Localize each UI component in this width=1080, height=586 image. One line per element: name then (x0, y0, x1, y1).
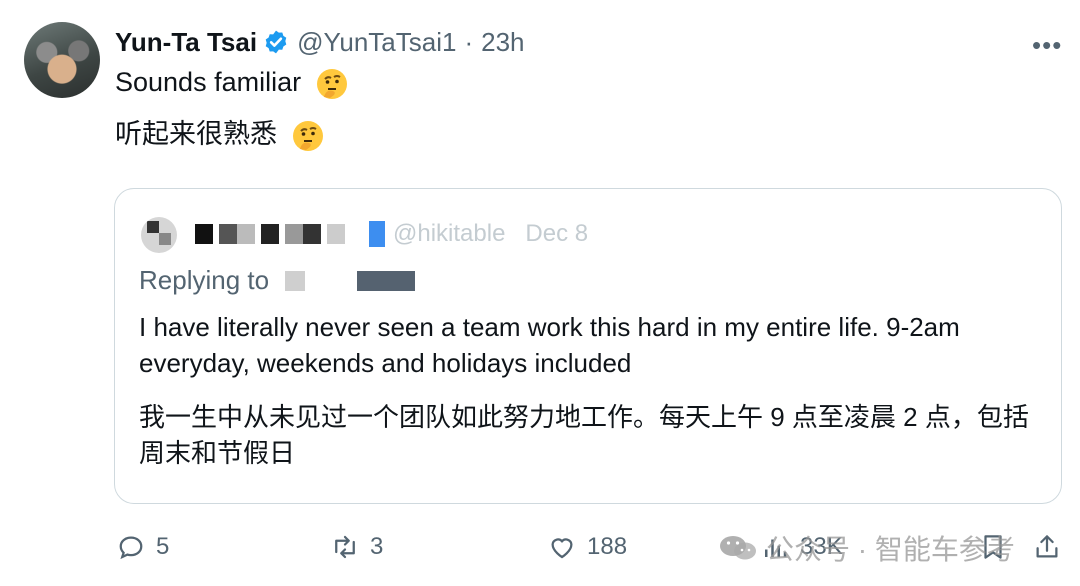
separator-dot: · (464, 26, 474, 57)
tweet-text-cn: 听起来很熟悉 (115, 114, 325, 154)
retweet-button[interactable]: 3 (330, 532, 383, 562)
like-count: 188 (587, 533, 628, 560)
thinking-face-icon (316, 68, 347, 99)
tweet-text-en: Sounds familiar (115, 62, 349, 102)
watermark-text: 公众号 · 智能车参考 (766, 534, 1015, 565)
share-icon (1036, 535, 1058, 558)
wechat-logo-icon (720, 536, 756, 560)
retweet-count: 3 (370, 533, 384, 560)
reply-button[interactable]: 5 (116, 532, 169, 562)
author-avatar[interactable] (24, 22, 100, 98)
replying-to: Replying to (139, 265, 416, 296)
retweet-icon (335, 535, 355, 559)
author-handle[interactable]: @YunTaTsai1 (297, 27, 456, 58)
tweet-text-en-label: Sounds familiar (115, 67, 302, 97)
redacted-mention-block (285, 270, 306, 291)
watermark: 公众号 · 智能车参考 (718, 528, 1015, 568)
redacted-badge-block (369, 221, 385, 247)
quoted-header: @hikitable Dec 8 (195, 219, 588, 249)
quoted-text-cn: 我一生中从未见过一个团队如此努力地工作。每天上午 9 点至凌晨 2 点，包括周末… (139, 402, 1029, 468)
replying-to-label: Replying to (139, 265, 270, 295)
heart-icon (551, 538, 573, 559)
action-bar: 5 3 188 33K 公众号 · 智能车参考 (0, 524, 1080, 574)
quoted-handle[interactable]: @hikitable (393, 220, 505, 248)
like-button[interactable]: 188 (547, 532, 627, 562)
author-name[interactable]: Yun-Ta Tsai (115, 27, 257, 58)
reply-count: 5 (156, 533, 170, 560)
redacted-name-block (195, 224, 213, 244)
reply-icon (119, 536, 143, 560)
share-button[interactable] (1032, 532, 1062, 562)
tweet-text-cn-label: 听起来很熟悉 (115, 119, 277, 149)
tweet-timestamp[interactable]: 23h (481, 27, 524, 58)
thinking-face-icon (292, 120, 323, 151)
quoted-text-en: I have literally never seen a team work … (139, 312, 960, 378)
verified-badge-icon (265, 30, 287, 54)
quoted-author-avatar[interactable] (141, 217, 177, 253)
tweet-header: Yun-Ta Tsai @YunTaTsai1 · 23h (115, 22, 525, 62)
quoted-timestamp[interactable]: Dec 8 (525, 220, 588, 248)
more-options-icon[interactable]: ••• (1032, 30, 1062, 61)
quoted-tweet[interactable]: @hikitable Dec 8 Replying to I have lite… (114, 188, 1062, 504)
